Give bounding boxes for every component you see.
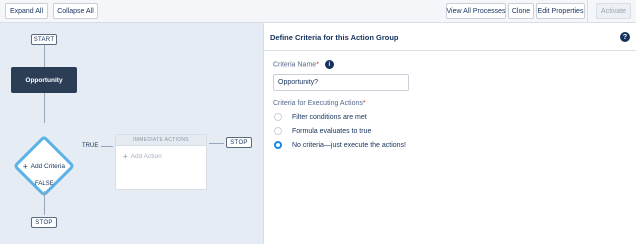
object-node[interactable]: Opportunity (11, 67, 77, 93)
connector-false-stop (44, 191, 45, 215)
option-formula[interactable]: Formula evaluates to true (274, 127, 371, 135)
plus-icon: + (23, 161, 28, 171)
view-all-processes-button[interactable]: View All Processes (446, 3, 506, 19)
start-node[interactable]: START (31, 34, 57, 45)
option-no-criteria[interactable]: No criteria—just execute the actions! (274, 141, 406, 149)
stop-node-bottom[interactable]: STOP (31, 217, 57, 228)
criteria-node-label[interactable]: + Add Criteria (6, 161, 82, 171)
add-action-text: Add Action (130, 153, 162, 160)
connector-start-object (44, 45, 45, 67)
add-action-link[interactable]: + Add Action (123, 152, 162, 161)
immediate-actions-header: IMMEDIATE ACTIONS (116, 135, 206, 146)
option-label: Filter conditions are met (292, 113, 367, 121)
criteria-name-label: Criteria Name* i (273, 60, 334, 69)
criteria-name-label-text: Criteria Name (273, 61, 317, 69)
criteria-for-label: Criteria for Executing Actions* (273, 100, 366, 107)
radio-button[interactable] (274, 127, 282, 135)
info-icon[interactable]: i (324, 60, 334, 69)
process-canvas: START Opportunity + Add Criteria TRUE IM… (0, 23, 263, 244)
panel-divider (264, 50, 636, 51)
activate-area: Activate (587, 0, 636, 23)
clone-button[interactable]: Clone (508, 3, 534, 19)
toolbar: Expand All Collapse All View All Process… (0, 0, 636, 23)
immediate-actions-box: IMMEDIATE ACTIONS + Add Action (115, 134, 207, 190)
connector-true (101, 146, 113, 147)
stop-node-right[interactable]: STOP (226, 137, 252, 148)
required-marker: * (362, 100, 366, 107)
false-label: FALSE (35, 181, 54, 187)
plus-icon: + (123, 152, 128, 161)
radio-button-selected[interactable] (274, 141, 282, 149)
criteria-panel: Define Criteria for this Action Group ? … (263, 23, 636, 244)
radio-button[interactable] (274, 113, 282, 121)
collapse-all-button[interactable]: Collapse All (53, 3, 98, 19)
expand-all-button[interactable]: Expand All (5, 3, 48, 19)
connector-object-criteria (44, 93, 45, 123)
criteria-for-label-text: Criteria for Executing Actions (273, 100, 363, 107)
option-label: No criteria—just execute the actions! (292, 141, 406, 149)
activate-button[interactable]: Activate (596, 3, 631, 19)
edit-properties-button[interactable]: Edit Properties (536, 3, 585, 19)
option-label: Formula evaluates to true (292, 127, 372, 135)
question-circle-icon[interactable]: ? (620, 32, 630, 42)
criteria-node-text: Add Criteria (30, 162, 65, 170)
true-label: TRUE (82, 143, 99, 149)
panel-title: Define Criteria for this Action Group (270, 33, 399, 42)
option-filter-conditions[interactable]: Filter conditions are met (274, 113, 367, 121)
criteria-name-input[interactable] (273, 74, 409, 91)
required-marker: * (316, 61, 319, 69)
connector-actions-stop (209, 143, 224, 144)
